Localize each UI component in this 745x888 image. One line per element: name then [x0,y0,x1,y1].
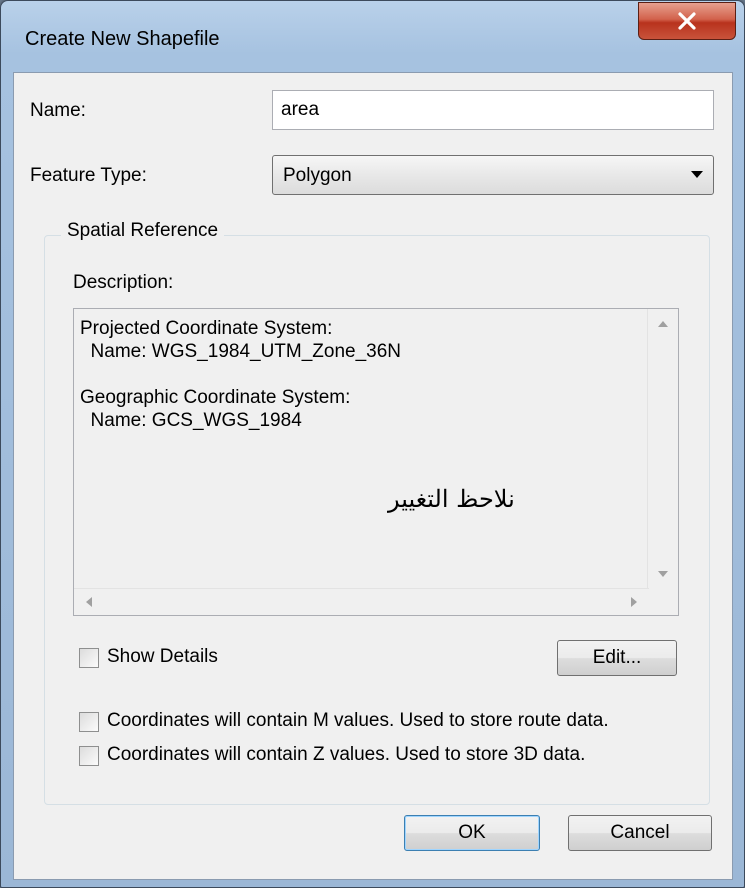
spatial-reference-title: Spatial Reference [61,220,225,242]
edit-button[interactable]: Edit... [557,640,677,676]
chevron-down-icon [691,171,703,178]
horizontal-scrollbar[interactable] [74,588,649,615]
ok-button[interactable]: OK [404,815,540,851]
scroll-left-icon[interactable] [86,597,92,607]
dialog-body: Name: Feature Type: Polygon Spatial Refe… [13,72,733,880]
show-details-label: Show Details [107,646,218,667]
close-button[interactable] [638,2,736,40]
annotation-text: نلاحظ التغيير [388,485,515,513]
feature-type-dropdown[interactable]: Polygon [272,155,714,195]
scroll-up-icon[interactable] [658,321,668,327]
title-bar[interactable]: Create New Shapefile [1,1,744,79]
feature-type-label: Feature Type: [30,165,147,186]
window-title: Create New Shapefile [25,28,220,50]
dialog-window: Create New Shapefile Name: Feature Type:… [0,0,745,888]
spatial-reference-group: Spatial Reference Description: Projected… [44,220,710,805]
description-textbox[interactable]: Projected Coordinate System: Name: WGS_1… [73,308,679,616]
m-values-checkbox[interactable] [79,712,99,732]
description-text: Projected Coordinate System: Name: WGS_1… [80,318,402,431]
name-label: Name: [30,100,86,121]
z-values-label: Coordinates will contain Z values. Used … [107,744,586,765]
name-field[interactable] [272,90,714,130]
description-label: Description: [73,272,174,293]
close-icon [678,12,696,30]
m-values-label: Coordinates will contain M values. Used … [107,710,609,731]
cancel-button[interactable]: Cancel [568,815,712,851]
scroll-down-icon[interactable] [658,571,668,577]
scroll-corner [648,589,678,615]
scroll-right-icon[interactable] [631,597,637,607]
vertical-scrollbar[interactable] [647,309,678,589]
feature-type-value: Polygon [283,165,352,186]
z-values-checkbox[interactable] [79,746,99,766]
show-details-checkbox[interactable] [79,648,99,668]
